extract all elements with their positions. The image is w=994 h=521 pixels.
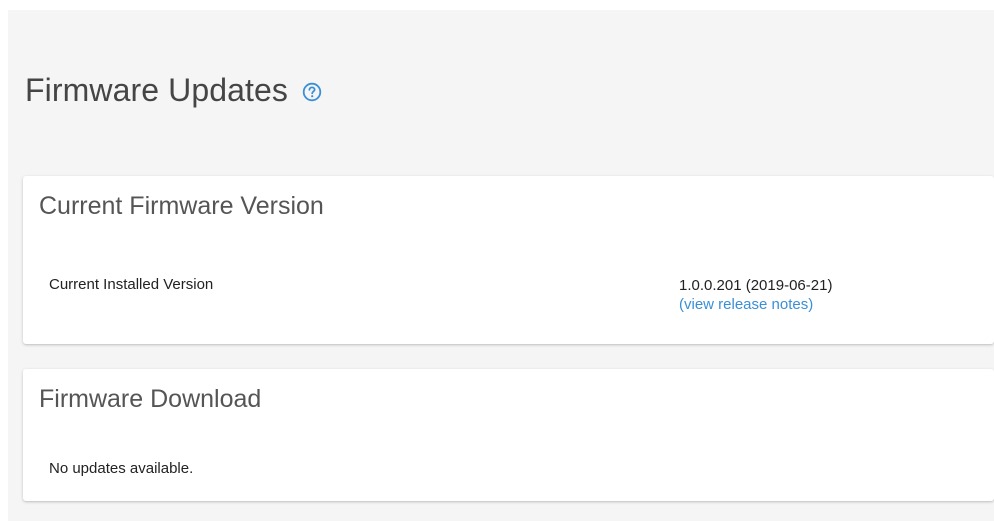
current-firmware-card: Current Firmware Version Current Install… bbox=[23, 176, 994, 344]
view-release-notes-link[interactable]: (view release notes) bbox=[679, 295, 813, 314]
question-circle-icon[interactable] bbox=[302, 82, 322, 102]
firmware-page: Firmware Updates Current Firmware Versio… bbox=[8, 10, 994, 521]
firmware-download-title: Firmware Download bbox=[39, 385, 262, 413]
installed-version-value: 1.0.0.201 (2019-06-21) bbox=[679, 277, 833, 294]
page-header: Firmware Updates bbox=[25, 65, 322, 115]
installed-version-value-block: 1.0.0.201 (2019-06-21) (view release not… bbox=[679, 276, 832, 314]
page-title: Firmware Updates bbox=[25, 71, 289, 108]
current-firmware-title: Current Firmware Version bbox=[39, 192, 324, 220]
installed-version-label: Current Installed Version bbox=[49, 276, 214, 293]
help-icon-graphic bbox=[302, 82, 322, 101]
firmware-download-card: Firmware Download No updates available. bbox=[23, 369, 994, 501]
update-status-text: No updates available. bbox=[49, 460, 194, 477]
